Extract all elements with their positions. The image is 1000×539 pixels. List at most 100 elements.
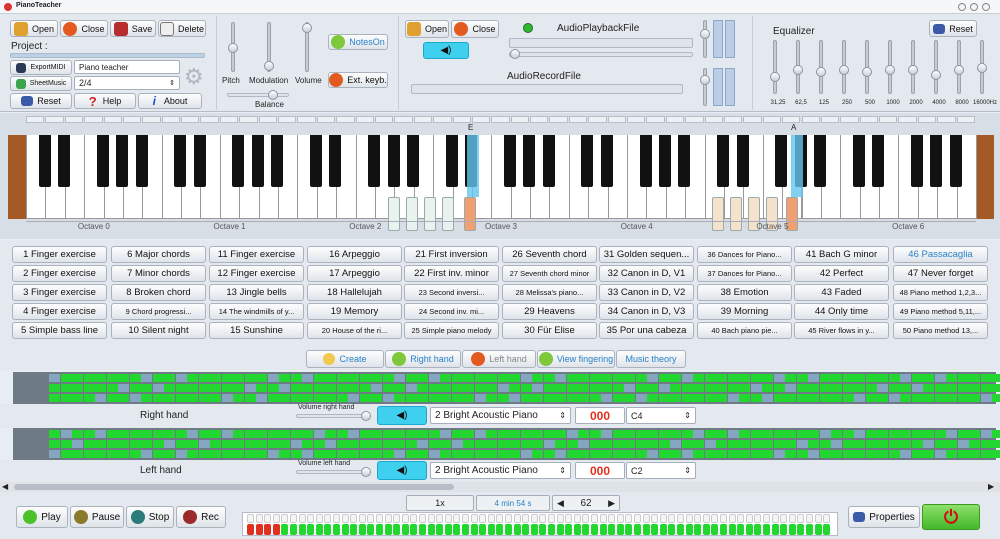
black-key[interactable] [581,135,594,187]
right-hand-toggle[interactable]: Right hand [385,350,461,368]
project-name-field[interactable]: Piano teacher [74,60,180,74]
song-button[interactable]: 41 Bach G minor [794,246,889,263]
sheet-music-button[interactable]: SheetMusic [10,76,72,91]
measure-marker[interactable] [247,524,254,535]
measure-marker[interactable] [505,524,512,535]
left-hand-sequence[interactable] [13,428,1000,460]
export-midi-button[interactable]: ExportMIDI [10,60,72,75]
black-key[interactable] [911,135,924,187]
measure-marker[interactable] [487,524,495,535]
next-measure-icon[interactable]: ▶ [608,498,615,509]
eq-band-slider-9[interactable] [977,40,987,94]
modulation-slider[interactable] [264,22,274,72]
measure-marker[interactable] [720,524,727,535]
song-button[interactable]: 40 Bach piano pie... [697,322,792,339]
song-button[interactable]: 11 Finger exercise [209,246,304,263]
black-key[interactable] [368,135,381,187]
measure-marker[interactable] [625,524,633,535]
left-hand-instrument-select[interactable]: 2 Bright Acoustic Piano ⇕ [430,462,571,479]
measure-marker[interactable] [470,524,478,535]
black-key[interactable] [949,135,962,187]
song-button[interactable]: 45 River flows in y... [794,322,889,339]
measure-marker[interactable] [272,524,280,535]
measure-marker[interactable] [315,524,323,535]
song-button[interactable]: 39 Morning [697,303,792,320]
black-key[interactable] [717,135,730,187]
power-button[interactable]: ⏻ [922,504,980,530]
black-key[interactable] [387,135,400,187]
song-button[interactable]: 28 Melissa's piano... [502,284,597,301]
eq-band-slider-8[interactable] [954,40,964,94]
black-key[interactable] [251,135,264,187]
measure-marker[interactable] [565,524,573,535]
left-hand-speaker-button[interactable]: ◀) [377,461,427,480]
piano-keyboard[interactable] [26,135,977,231]
measure-marker[interactable] [496,524,504,535]
measure-marker[interactable] [522,524,530,535]
black-key[interactable] [406,135,419,187]
pitch-slider[interactable] [228,22,238,72]
rec-button[interactable]: Rec [176,506,226,528]
song-button[interactable]: 44 Only time [794,303,889,320]
measure-marker[interactable] [806,524,813,535]
playback-volume-slider[interactable] [700,20,710,58]
eq-band-slider-0[interactable] [770,40,780,94]
song-button[interactable]: 35 Por una cabeza [599,322,694,339]
scroll-left-icon[interactable]: ◀ [2,482,8,491]
song-button[interactable]: 13 Jingle bells [209,284,304,301]
measure-timeline[interactable] [242,512,838,536]
measure-marker[interactable] [788,524,796,535]
black-key[interactable] [814,135,827,187]
measure-marker[interactable] [436,524,444,535]
left-hand-volume-slider[interactable] [296,467,371,477]
song-button[interactable]: 50 Piano method 13,... [893,322,988,339]
maximize-button[interactable] [970,3,978,11]
play-button[interactable]: Play [16,506,68,528]
volume-slider[interactable] [302,22,312,72]
eq-band-slider-4[interactable] [862,40,872,94]
save-button[interactable]: Save [110,20,156,37]
song-button[interactable]: 7 Minor chords [111,265,206,282]
measure-marker[interactable] [814,524,822,535]
measure-marker[interactable] [599,524,607,535]
measure-marker[interactable] [298,524,306,535]
measure-marker[interactable] [685,524,693,535]
measure-marker[interactable] [608,524,616,535]
measure-marker[interactable] [255,524,263,535]
eq-band-slider-6[interactable] [908,40,918,94]
song-button[interactable]: 48 Piano method 1,2,3... [893,284,988,301]
measure-marker[interactable] [677,524,684,535]
measure-marker[interactable] [702,524,710,535]
black-key[interactable] [600,135,613,187]
measure-marker[interactable] [281,524,289,535]
eq-band-slider-7[interactable] [931,40,941,94]
measure-marker[interactable] [634,524,641,535]
measure-marker[interactable] [479,524,487,535]
measure-marker[interactable] [548,524,555,535]
black-key[interactable] [542,135,555,187]
song-button[interactable]: 29 Heavens [502,303,597,320]
record-file-field[interactable] [411,84,683,94]
equalizer-reset-button[interactable]: Reset [929,20,977,37]
measure-marker[interactable] [290,524,297,535]
measure-marker[interactable] [333,524,340,535]
measure-marker[interactable] [771,524,779,535]
song-button[interactable]: 3 Finger exercise [12,284,107,301]
black-key[interactable] [775,135,788,187]
song-button[interactable]: 21 First inversion [404,246,499,263]
measure-field[interactable]: ◀ 62 ▶ [552,495,620,511]
measure-marker[interactable] [668,524,676,535]
eq-band-slider-5[interactable] [885,40,895,94]
song-button[interactable]: 27 Seventh chord minor [502,265,597,282]
speed-field[interactable]: 1x [406,495,474,511]
close-window-button[interactable] [982,3,990,11]
measure-marker[interactable] [539,524,547,535]
measure-marker[interactable] [427,524,435,535]
song-button[interactable]: 34 Canon in D, V3 [599,303,694,320]
right-hand-instrument-select[interactable]: 2 Bright Acoustic Piano ⇕ [430,407,571,424]
song-button[interactable]: 12 Finger exercise [209,265,304,282]
song-button[interactable]: 19 Memory [307,303,402,320]
right-hand-sequence[interactable] [13,372,1000,404]
audio-open-button[interactable]: Open [405,20,449,38]
measure-marker[interactable] [737,524,745,535]
